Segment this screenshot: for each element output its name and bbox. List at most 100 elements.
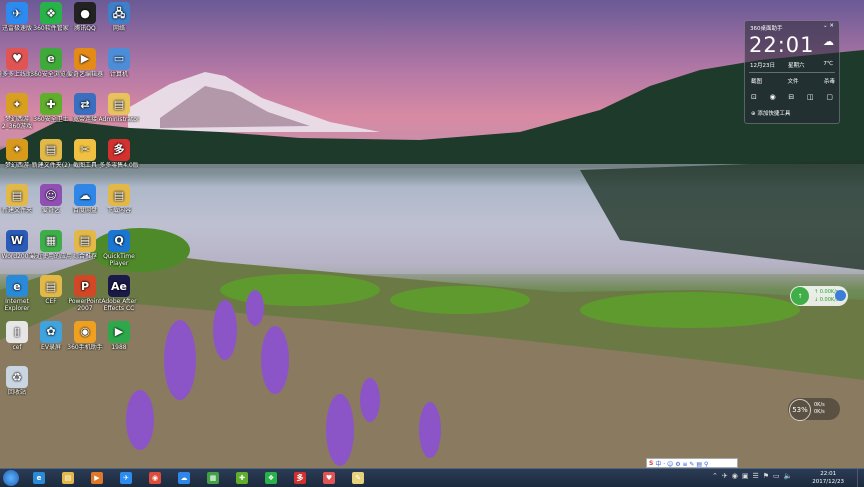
desktop-icon-label[interactable]: 1988 (98, 344, 140, 351)
widget-controls[interactable]: ⌄ ✕ (823, 23, 834, 29)
folder-icon[interactable]: ▤ (6, 184, 28, 206)
game-mhxy-icon[interactable]: ✦ (6, 93, 28, 115)
taskbar-red-icon: ♥ (323, 472, 335, 484)
network-monitor-widget[interactable]: ↑ ↑ 0.00K/s ↓ 0.00K/s (790, 286, 848, 306)
taskbar-ie-button[interactable]: e (30, 470, 48, 486)
folder-icon[interactable]: ▤ (74, 229, 96, 252)
widget-tool-icon-4[interactable]: ◫ (807, 93, 814, 101)
desktop-icon[interactable]: ▭ 计算机 (98, 47, 140, 78)
desktop-icon[interactable]: Ae Adobe After Effects CC (98, 275, 140, 312)
word-icon[interactable]: W (6, 229, 28, 252)
360-safe-icon[interactable]: ✚ (40, 93, 62, 115)
taskbar-notes-button[interactable]: ✎ (349, 470, 367, 486)
taskbar-red-button[interactable]: ♥ (320, 470, 338, 486)
netmon-settings-icon[interactable] (835, 290, 846, 301)
start-button[interactable] (3, 470, 19, 486)
powerpoint-icon[interactable]: P (74, 275, 96, 297)
broadband-icon[interactable]: ⇄ (74, 93, 96, 115)
tray-icon[interactable]: ✈ (722, 472, 728, 480)
after-effects-icon[interactable]: Ae (108, 275, 130, 297)
widget-antivirus-button[interactable]: 杀毒 (824, 77, 835, 85)
taskbar-apps-icon: ▦ (207, 472, 219, 484)
quicktime-icon[interactable]: Q (108, 229, 130, 252)
memory-usage[interactable]: 53% (789, 399, 811, 421)
xunlei-icon[interactable]: ✈ (6, 2, 28, 24)
acceleration-ball[interactable]: 53% 0K/s 0K/s (788, 398, 840, 421)
desktop-icon-label[interactable]: Adobe After Effects CC (98, 298, 140, 312)
widget-tool-icon-5[interactable]: ▢ (826, 93, 833, 101)
user-icon[interactable]: ☺ (40, 184, 62, 206)
tray-icon[interactable]: ⌃ (712, 472, 718, 480)
taskbar-explorer-button[interactable]: ▤ (59, 470, 77, 486)
desktop-icon-label[interactable]: 多多零售4.0版 (98, 162, 140, 169)
ime-toolbar-items[interactable]: 中 · ☺ ⚙ ≡ ✎ ▤ ⚲ (655, 459, 708, 468)
taskbar-clock[interactable]: 22:01 2017/12/23 (812, 470, 844, 486)
folder-icon[interactable]: ▤ (40, 138, 62, 161)
retail-icon[interactable]: 多 (108, 138, 130, 161)
baidu-netdisk-icon[interactable]: ☁ (74, 184, 96, 206)
recycle-bin-icon[interactable]: ♻ (6, 366, 28, 388)
taskbar-explorer-icon: ▤ (62, 472, 74, 484)
taskbar-green-button[interactable]: ❖ (262, 470, 280, 486)
360-browser-icon[interactable]: e (40, 47, 62, 70)
file-icon[interactable]: ▯ (6, 320, 28, 343)
desktop-icon[interactable]: ▤ Administrator (98, 93, 140, 123)
tray-icon[interactable]: ▭ (773, 472, 780, 480)
desktop-icon[interactable]: 🖧 网络 (98, 2, 140, 32)
widget-screenshot-button[interactable]: 截图 (751, 77, 762, 85)
desktop-icon-label[interactable]: 回收站 (0, 389, 38, 396)
qq-penguin-icon[interactable]: ● (74, 2, 96, 24)
computer-icon[interactable]: ▭ (108, 47, 130, 70)
user-folder-icon[interactable]: ▤ (108, 93, 130, 115)
tray-icon[interactable]: ☰ (752, 472, 758, 480)
folder-icon[interactable]: ▤ (40, 275, 62, 297)
network-icon[interactable]: 🖧 (108, 2, 130, 24)
desktop-icon[interactable]: Q QuickTime Player (98, 229, 140, 267)
desktop-icon[interactable]: ▶ 1988 (98, 320, 140, 351)
desktop-icon-label[interactable]: 网络 (98, 25, 140, 32)
ev-recorder-icon[interactable]: ✿ (40, 320, 62, 343)
widget-tool-icon-3[interactable]: ⊟ (788, 93, 794, 101)
360-phone-icon[interactable]: ◉ (74, 320, 96, 343)
desktop-icon[interactable]: 多多多零售4.0版 (98, 138, 140, 169)
video-editor-icon[interactable]: ▶ (74, 47, 96, 70)
desktop-icon-label[interactable]: Administrator (98, 116, 140, 123)
widget-files-button[interactable]: 文件 (787, 77, 798, 85)
show-desktop-button[interactable] (857, 469, 864, 487)
network-ball-icon[interactable]: ↑ (791, 287, 809, 305)
game-mh-icon[interactable]: ✦ (6, 138, 28, 161)
widget-add-tools-link[interactable]: ⊕ 添加快捷工具 (751, 109, 790, 117)
desktop-icon-label[interactable]: 计算机 (98, 71, 140, 78)
widget-clock: 22:01 (749, 33, 815, 57)
tray-icon[interactable]: 🔈 (784, 472, 793, 480)
taskbar-chrome-button[interactable]: ◉ (146, 470, 164, 486)
ie-icon[interactable]: e (6, 275, 28, 297)
widget-temperature: 7℃ (823, 61, 833, 67)
widget-eye-icon[interactable]: ◉ (770, 93, 776, 101)
recent-apps-icon[interactable]: ▦ (40, 229, 62, 252)
desktop-icon-label[interactable]: QuickTime Player (98, 253, 140, 267)
desktop-icon-label[interactable]: 下载内容 (98, 207, 140, 214)
taskbar-xunlei-button[interactable]: ✈ (117, 470, 135, 486)
taskbar-360-button[interactable]: ✚ (233, 470, 251, 486)
tray-icon[interactable]: ◉ (732, 472, 738, 480)
weather-cloud-icon[interactable]: ☁ (823, 35, 834, 48)
helper-icon[interactable]: ♥ (6, 47, 28, 70)
screenshot-icon[interactable]: ✂ (74, 138, 96, 161)
taskbar-media-button[interactable]: ▶ (88, 470, 106, 486)
tray-icon[interactable]: ⚑ (763, 472, 769, 480)
tray-icon[interactable]: ▣ (742, 472, 749, 480)
taskbar-ie-icon: e (33, 472, 45, 484)
360-software-icon[interactable]: ❖ (40, 2, 62, 24)
widget-tool-icon-1[interactable]: ⊡ (751, 93, 757, 101)
taskbar-apps-button[interactable]: ▦ (204, 470, 222, 486)
input-method-bar[interactable]: S 中 · ☺ ⚙ ≡ ✎ ▤ ⚲ (646, 458, 738, 468)
taskbar-retail-button[interactable]: 多 (291, 470, 309, 486)
video-file-icon[interactable]: ▶ (108, 320, 130, 343)
download-folder-icon[interactable]: ▤ (108, 184, 130, 206)
sogou-ime-icon[interactable]: S (649, 460, 653, 467)
widget-weekday: 星期六 (788, 63, 805, 69)
taskbar-baidu-button[interactable]: ☁ (175, 470, 193, 486)
desktop-icon[interactable]: ▤ 下载内容 (98, 184, 140, 214)
desktop-icon[interactable]: ♻ 回收站 (0, 366, 38, 396)
